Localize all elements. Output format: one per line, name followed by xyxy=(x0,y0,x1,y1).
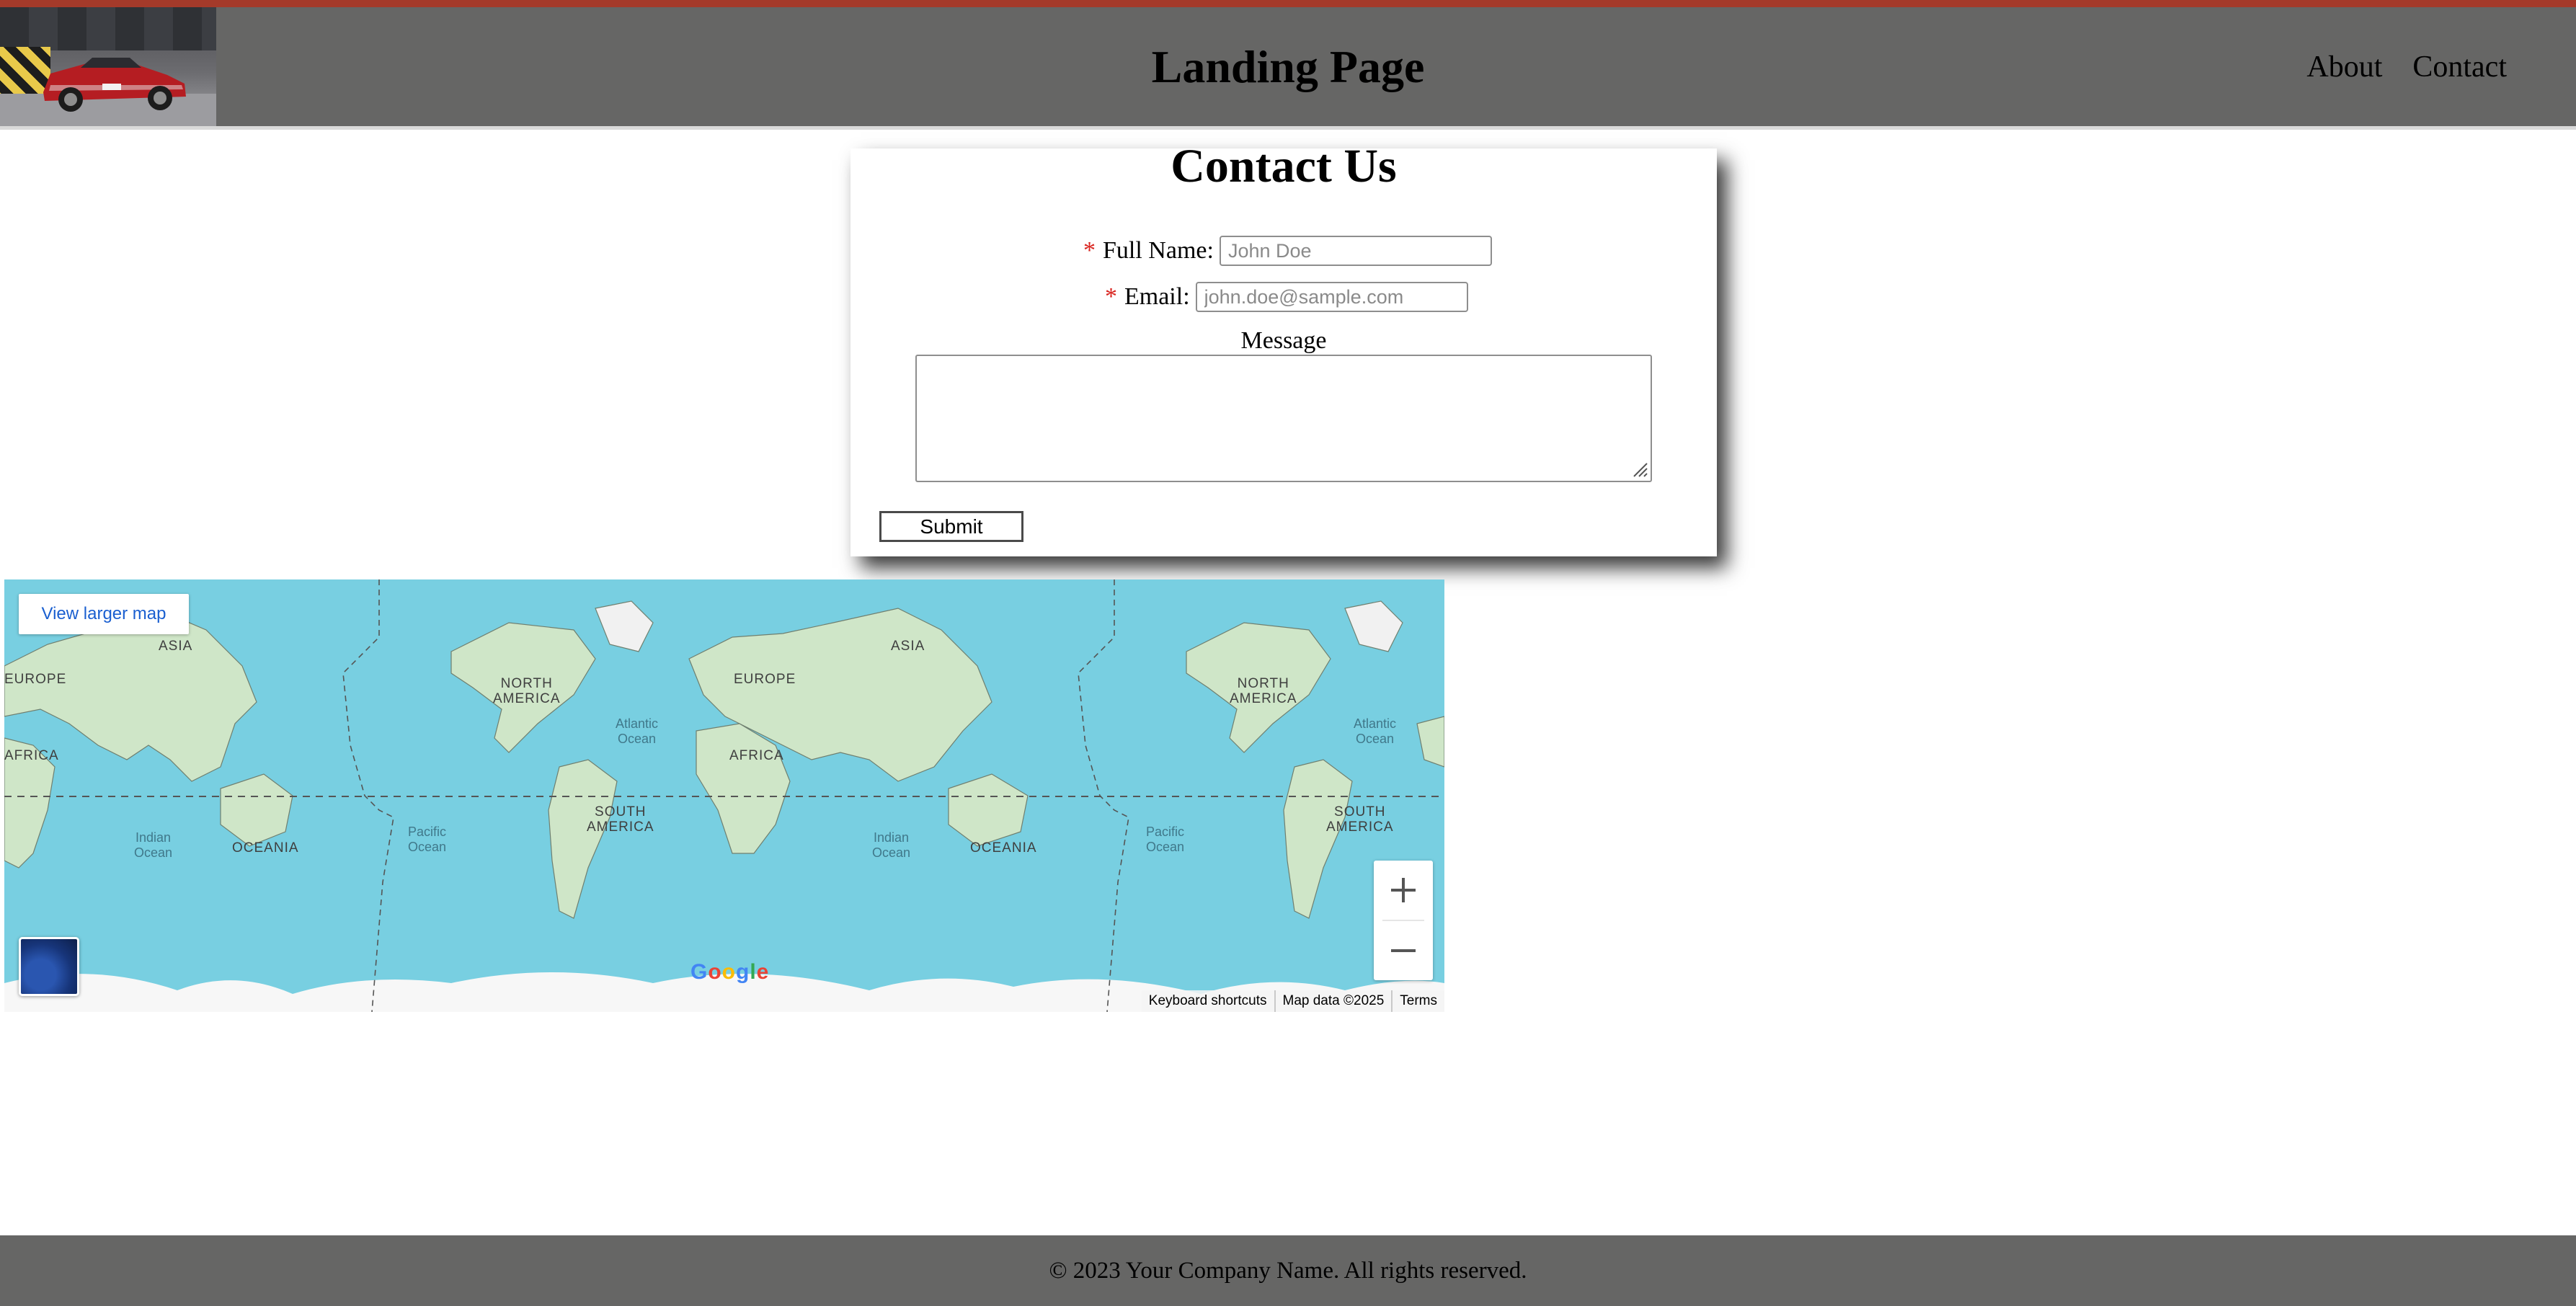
submit-button[interactable]: Submit xyxy=(879,511,1023,542)
google-logo: Google xyxy=(690,960,770,984)
map-label-asia: ASIA xyxy=(891,639,925,654)
page-title: Landing Page xyxy=(1151,41,1425,92)
header-accent-line xyxy=(0,0,2576,7)
zoom-in-icon[interactable] xyxy=(1374,861,1433,920)
nav-contact-link[interactable]: Contact xyxy=(2412,50,2507,84)
keyboard-shortcuts-link[interactable]: Keyboard shortcuts xyxy=(1142,990,1274,1012)
embedded-map[interactable]: ASIA ASIA EUROPE EUROPE AFRICA AFRICA NO… xyxy=(4,579,1444,1012)
map-label-pacific-ocean: Pacific Ocean xyxy=(1146,825,1185,854)
map-label-oceania: OCEANIA xyxy=(232,840,299,856)
contact-heading: Contact Us xyxy=(1171,140,1397,192)
map-label-north-america: NORTH AMERICA xyxy=(493,676,561,706)
map-layer-toggle[interactable] xyxy=(19,937,79,996)
map-label-africa: AFRICA xyxy=(4,748,59,763)
map-label-south-america: SOUTH AMERICA xyxy=(1326,804,1394,835)
map-label-europe: EUROPE xyxy=(4,672,67,687)
map-label-africa: AFRICA xyxy=(729,748,784,763)
required-marker: * xyxy=(1105,283,1117,310)
map-label-north-america: NORTH AMERICA xyxy=(1230,676,1297,706)
full-name-label: Full Name: xyxy=(1103,237,1214,264)
map-label-oceania: OCEANIA xyxy=(970,840,1037,856)
map-label-asia: ASIA xyxy=(159,639,193,654)
view-larger-map-link[interactable]: View larger map xyxy=(19,594,189,634)
map-label-europe: EUROPE xyxy=(734,672,796,687)
email-label: Email: xyxy=(1124,283,1190,310)
site-footer: © 2023 Your Company Name. All rights res… xyxy=(0,1235,2576,1306)
map-label-indian-ocean: Indian Ocean xyxy=(872,830,911,860)
nav-about-link[interactable]: About xyxy=(2306,50,2382,84)
required-marker: * xyxy=(1083,237,1096,264)
map-attribution-bar: Keyboard shortcuts Map data ©2025 Terms xyxy=(1141,990,1444,1012)
zoom-controls xyxy=(1374,861,1433,980)
map-label-atlantic-ocean: Atlantic Ocean xyxy=(1354,716,1397,746)
map-label-indian-ocean: Indian Ocean xyxy=(134,830,173,860)
footer-copyright: © 2023 Your Company Name. All rights res… xyxy=(1049,1258,1527,1284)
map-label-atlantic-ocean: Atlantic Ocean xyxy=(616,716,659,746)
email-row: * Email: xyxy=(1105,282,1468,312)
zoom-out-icon[interactable] xyxy=(1374,921,1433,980)
site-header: Landing Page About Contact xyxy=(0,7,2576,130)
full-name-input[interactable] xyxy=(1219,236,1492,266)
main-nav: About Contact xyxy=(2306,7,2507,126)
contact-form-card: Contact Us * Full Name: * Email: Message… xyxy=(850,143,1717,556)
map-label-pacific-ocean: Pacific Ocean xyxy=(408,825,447,854)
map-label-south-america: SOUTH AMERICA xyxy=(587,804,654,835)
world-map-graphic xyxy=(4,579,1444,1012)
email-input[interactable] xyxy=(1195,282,1468,312)
message-textarea[interactable] xyxy=(915,355,1652,482)
message-label: Message xyxy=(1240,327,1327,354)
full-name-row: * Full Name: xyxy=(1083,236,1492,266)
map-data-text: Map data ©2025 xyxy=(1274,990,1392,1012)
terms-link[interactable]: Terms xyxy=(1391,990,1444,1012)
resize-grip-icon[interactable] xyxy=(1630,459,1648,478)
